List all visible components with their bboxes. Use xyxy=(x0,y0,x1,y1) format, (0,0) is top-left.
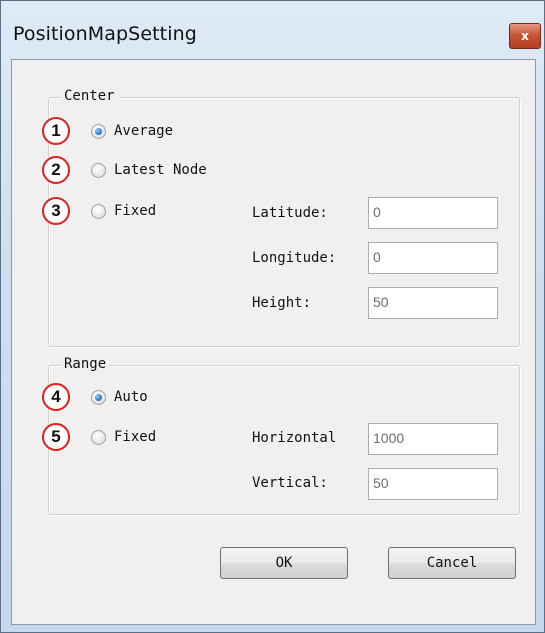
longitude-field[interactable]: 0 xyxy=(368,242,498,274)
ok-button[interactable]: OK xyxy=(220,547,348,579)
radio-auto-label: Auto xyxy=(114,389,148,405)
latitude-field[interactable]: 0 xyxy=(368,197,498,229)
latitude-label: Latitude: xyxy=(252,205,328,221)
vertical-field[interactable]: 50 xyxy=(368,468,498,500)
position-map-setting-dialog: PositionMapSetting x Center 1 Average 2 … xyxy=(0,0,545,633)
range-group-label: Range xyxy=(61,356,110,372)
radio-latest-node-label: Latest Node xyxy=(114,162,207,178)
badge-2: 2 xyxy=(42,156,70,184)
radio-latest-node[interactable]: Latest Node xyxy=(91,159,207,181)
badge-3: 3 xyxy=(42,197,70,225)
radio-range-fixed-button[interactable] xyxy=(91,429,106,445)
horizontal-field[interactable]: 1000 xyxy=(368,423,498,455)
radio-auto[interactable]: Auto xyxy=(91,386,148,408)
close-icon: x xyxy=(521,29,529,43)
vertical-label: Vertical: xyxy=(252,475,328,491)
cancel-button[interactable]: Cancel xyxy=(388,547,516,579)
height-field[interactable]: 50 xyxy=(368,287,498,319)
center-group-label: Center xyxy=(61,88,118,104)
window-title: PositionMapSetting xyxy=(13,23,197,45)
close-button[interactable]: x xyxy=(509,23,541,49)
title-bar[interactable]: PositionMapSetting x xyxy=(1,1,545,61)
radio-latest-node-button[interactable] xyxy=(91,162,106,178)
radio-range-fixed[interactable]: Fixed xyxy=(91,426,156,448)
longitude-label: Longitude: xyxy=(252,250,337,266)
radio-auto-button[interactable] xyxy=(91,389,106,405)
radio-average[interactable]: Average xyxy=(91,120,173,142)
badge-1: 1 xyxy=(42,117,70,145)
radio-center-fixed-label: Fixed xyxy=(114,203,157,219)
dialog-client-area: Center 1 Average 2 Latest Node 3 Fixed L… xyxy=(11,59,536,625)
radio-range-fixed-label: Fixed xyxy=(114,429,157,445)
badge-5: 5 xyxy=(42,423,70,451)
radio-center-fixed[interactable]: Fixed xyxy=(91,200,156,222)
horizontal-label: Horizontal xyxy=(252,430,337,446)
radio-center-fixed-button[interactable] xyxy=(91,203,106,219)
badge-4: 4 xyxy=(42,383,70,411)
radio-average-label: Average xyxy=(114,123,174,139)
radio-average-button[interactable] xyxy=(91,123,106,139)
height-label: Height: xyxy=(252,295,312,311)
